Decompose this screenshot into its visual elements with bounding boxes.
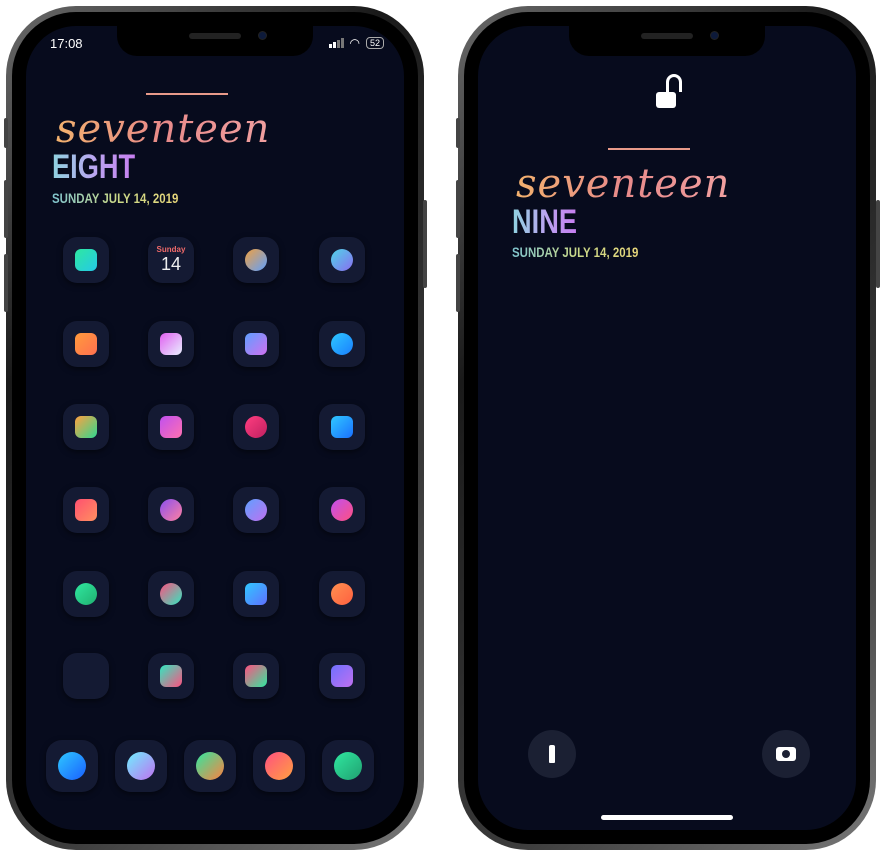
- itunes-store-icon: [160, 499, 182, 521]
- app-reminders[interactable]: [63, 404, 109, 450]
- camera-button[interactable]: [762, 730, 810, 778]
- photos-icon: [245, 249, 267, 271]
- reminders-icon: [75, 416, 97, 438]
- app-clock[interactable]: [319, 321, 365, 367]
- widget-date: SUNDAY JULY 14, 2019: [52, 190, 179, 206]
- wifi-icon: ◠: [349, 36, 360, 50]
- lock-screen-phone: seventeen NINE SUNDAY JULY 14, 2019: [458, 6, 876, 850]
- app-files[interactable]: [319, 404, 365, 450]
- app-app-store[interactable]: [233, 487, 279, 533]
- app-folder[interactable]: [63, 653, 109, 699]
- status-time: 17:08: [50, 36, 83, 51]
- app-activity[interactable]: [148, 571, 194, 617]
- app-maps[interactable]: [233, 321, 279, 367]
- app-weather[interactable]: [148, 321, 194, 367]
- home-screen-phone: 17:08 ◠ 52 seventeen EIGHT SUNDAY JULY 1…: [6, 6, 424, 850]
- app-store-icon: [245, 499, 267, 521]
- tv-icon: [160, 416, 182, 438]
- messages-icon: [265, 752, 293, 780]
- wallet-icon: [245, 665, 267, 687]
- podcasts-icon: [245, 416, 267, 438]
- settings-icon: [331, 665, 353, 687]
- app-home-app[interactable]: [319, 571, 365, 617]
- camera-icon: [776, 747, 796, 761]
- maps-icon: [245, 333, 267, 355]
- watch-icon: [245, 583, 267, 605]
- app-shortcuts[interactable]: [148, 653, 194, 699]
- dock-siri[interactable]: [115, 740, 167, 792]
- widget-hour: NINE: [512, 203, 577, 241]
- camera-icon: [331, 249, 353, 271]
- find-my-icon: [331, 499, 353, 521]
- app-tv[interactable]: [148, 404, 194, 450]
- dock-messages[interactable]: [253, 740, 305, 792]
- dock-phone[interactable]: [184, 740, 236, 792]
- dock-spotify[interactable]: [322, 740, 374, 792]
- app-health[interactable]: [63, 487, 109, 533]
- battery-icon: 52: [365, 37, 384, 49]
- app-activity-monitor[interactable]: [63, 571, 109, 617]
- calendar-date: 14: [160, 254, 182, 274]
- activity-monitor-icon: [75, 583, 97, 605]
- widget-script: seventeen: [56, 106, 271, 152]
- widget-date: SUNDAY JULY 14, 2019: [512, 244, 639, 260]
- lock-screen: seventeen NINE SUNDAY JULY 14, 2019: [478, 26, 856, 830]
- spotify-icon: [334, 752, 362, 780]
- activity-icon: [160, 583, 182, 605]
- flashlight-icon: [549, 745, 555, 763]
- app-podcasts[interactable]: [233, 404, 279, 450]
- files-icon: [331, 416, 353, 438]
- weather-icon: [160, 333, 182, 355]
- notes-icon: [75, 333, 97, 355]
- notch: [117, 26, 313, 56]
- widget-hour: EIGHT: [52, 148, 136, 186]
- shortcuts-icon: [160, 665, 182, 687]
- app-find-my[interactable]: [319, 487, 365, 533]
- health-icon: [75, 499, 97, 521]
- app-settings[interactable]: [319, 653, 365, 699]
- siri-icon: [127, 752, 155, 780]
- flashlight-button[interactable]: [528, 730, 576, 778]
- home-indicator[interactable]: [601, 815, 733, 820]
- phone-icon: [196, 752, 224, 780]
- signal-icon: [328, 38, 344, 48]
- app-notes[interactable]: [63, 321, 109, 367]
- safari-icon: [58, 752, 86, 780]
- facetime-icon: [75, 249, 97, 271]
- home-screen: 17:08 ◠ 52 seventeen EIGHT SUNDAY JULY 1…: [26, 26, 404, 830]
- home-app-icon: [331, 583, 353, 605]
- app-calendar[interactable]: Sunday 14: [148, 237, 194, 283]
- clock-icon: [331, 333, 353, 355]
- app-wallet[interactable]: [233, 653, 279, 699]
- dock-safari[interactable]: [46, 740, 98, 792]
- calendar-day: Sunday: [156, 245, 186, 254]
- app-itunes-store[interactable]: [148, 487, 194, 533]
- app-watch[interactable]: [233, 571, 279, 617]
- app-camera[interactable]: [319, 237, 365, 283]
- app-facetime[interactable]: [63, 237, 109, 283]
- widget-script: seventeen: [516, 161, 731, 207]
- app-photos[interactable]: [233, 237, 279, 283]
